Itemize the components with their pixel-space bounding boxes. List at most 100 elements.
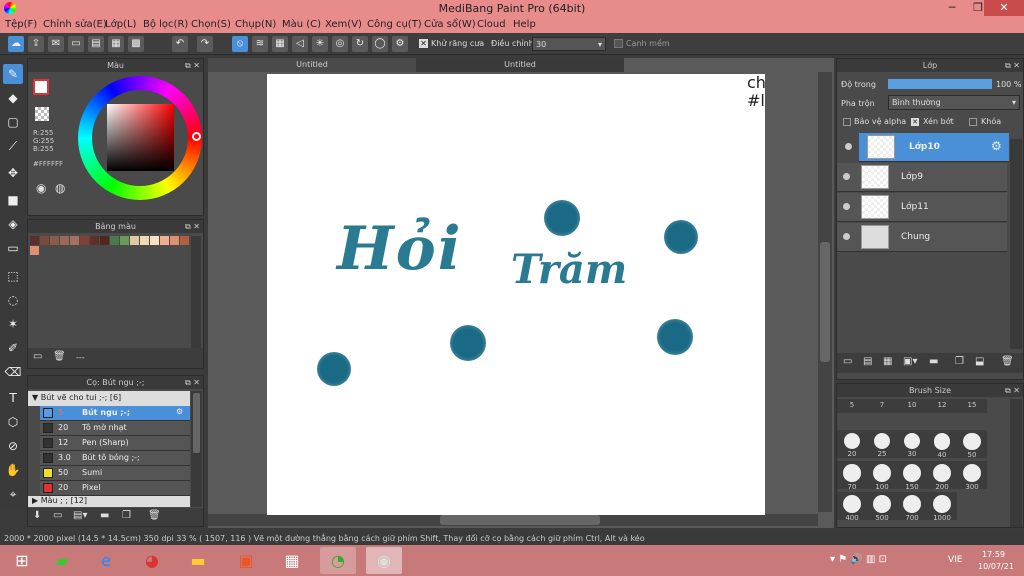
copy-icon[interactable]: ❐ (122, 510, 131, 521)
cross-snap-icon[interactable]: ▦ (272, 36, 288, 52)
clock-time[interactable]: 17:59 (982, 550, 1005, 559)
medibang-taskbar-icon[interactable]: ◉ (366, 547, 402, 574)
copy-layer-icon[interactable]: ❐ (955, 356, 964, 367)
brush-group-header[interactable]: ▼ Bút vẽ cho tui ;-; [6] (28, 391, 190, 406)
circle-snap-icon[interactable]: ◎ (332, 36, 348, 52)
chrome-icon[interactable]: ◕ (134, 547, 170, 574)
lasso-tool-icon[interactable]: ◌ (3, 290, 23, 310)
brush-item[interactable]: 3.0 Bút tô bóng ;-; (40, 451, 190, 466)
magic-wand-icon[interactable]: ✶ (3, 314, 23, 334)
palette-swatch[interactable] (110, 236, 119, 245)
brush-size-cell[interactable]: 400 (837, 492, 867, 522)
menu-window[interactable]: Cửa sổ(W) (424, 19, 476, 30)
foreground-color-swatch[interactable] (33, 79, 49, 95)
divide-tool-icon[interactable]: ⬡ (3, 412, 23, 432)
vertical-scrollbar[interactable] (818, 72, 832, 512)
palette-add-icon[interactable]: ◍ (55, 181, 65, 195)
fill-rect-tool-icon[interactable]: ■ (3, 190, 23, 210)
eraser-tool-icon[interactable]: ◆ (3, 88, 23, 108)
new-layer-icon[interactable]: ▭ (843, 356, 852, 367)
brush-size-cell[interactable]: 50 (957, 430, 987, 459)
menu-filter[interactable]: Bộ lọc(R) (143, 19, 188, 30)
parallel-snap-icon[interactable]: ≋ (252, 36, 268, 52)
palette-swatch[interactable] (40, 236, 49, 245)
select-tool-icon[interactable]: ⬚ (3, 266, 23, 286)
calculator-icon[interactable]: ▦ (274, 547, 310, 574)
palette-swatch[interactable] (30, 246, 39, 255)
comment-icon[interactable]: ▭ (68, 36, 84, 52)
settings-snap-icon[interactable]: ⚙ (392, 36, 408, 52)
brush-size-cell[interactable]: 200 (927, 461, 957, 491)
folder-icon[interactable]: ▬ (100, 510, 109, 521)
drawing-canvas[interactable]: Hỏi Trăm ch #l (267, 74, 766, 515)
visibility-icon[interactable] (843, 173, 850, 180)
brush-menu-icon[interactable]: ▤▾ (73, 510, 87, 521)
select-pen-icon[interactable]: ✐ (3, 338, 23, 358)
close-button[interactable]: ✕ (984, 0, 1024, 16)
menu-select[interactable]: Chọn(S) (191, 19, 231, 30)
brush-size-cell[interactable]: 300 (957, 461, 987, 491)
brush-size-cell[interactable]: 40 (927, 430, 957, 459)
layer-row[interactable]: Chung (837, 223, 1007, 252)
brush-size-cell[interactable]: 12 (927, 399, 957, 413)
panel-controls-icon[interactable]: ⧉ ✕ (1005, 59, 1020, 72)
trash-icon[interactable]: 🗑 (148, 510, 161, 521)
menu-edit[interactable]: Chỉnh sửa(E) (43, 19, 107, 30)
brush-size-cell[interactable]: 20 (837, 430, 867, 458)
palette-swatch[interactable] (140, 236, 149, 245)
menu-color[interactable]: Màu (C) (282, 19, 321, 30)
brush-scrollbar[interactable] (191, 391, 202, 507)
gear-icon[interactable]: ⚙ (991, 139, 1002, 153)
gear-icon[interactable]: ⚙ (176, 407, 183, 416)
blend-select[interactable]: Bình thường ▾ (888, 95, 1020, 110)
layer-row[interactable]: Lớp10 ⚙ (845, 133, 1009, 162)
brush-item[interactable]: 12 Pen (Sharp) (40, 436, 190, 451)
rect-tool-icon[interactable]: ▢ (3, 112, 23, 132)
scrollbar-thumb[interactable] (193, 393, 200, 453)
menu-file[interactable]: Tệp(F) (5, 19, 37, 30)
visibility-icon[interactable] (843, 203, 850, 210)
chat-icon[interactable]: ✉ (48, 36, 64, 52)
panel-controls-icon[interactable]: ⧉ ✕ (1005, 384, 1020, 397)
palette-swatch[interactable] (170, 236, 179, 245)
visibility-icon[interactable] (845, 143, 852, 150)
brush-size-cell[interactable]: 30 (897, 430, 927, 458)
palette-swatch[interactable] (150, 236, 159, 245)
palette-swatch[interactable] (160, 236, 169, 245)
brush-size-cell[interactable]: 5 (837, 399, 867, 413)
panel-controls-icon[interactable]: ⧉ ✕ (185, 376, 200, 389)
text-tool-icon[interactable]: T (3, 388, 23, 408)
brush-item[interactable]: 20 Pixel (40, 481, 190, 496)
palette-swatch[interactable] (70, 236, 79, 245)
palette-swatch[interactable] (30, 236, 39, 245)
menu-help[interactable]: Help (513, 19, 536, 30)
cloud-icon[interactable]: ☁ (8, 36, 24, 52)
brush-size-cell[interactable]: 10 (897, 399, 927, 413)
gradient-tool-icon[interactable]: ▭ (3, 238, 23, 258)
new-8bit-layer-icon[interactable]: ▦ (883, 356, 892, 367)
opacity-slider[interactable] (888, 79, 992, 89)
palette-swatch[interactable] (180, 236, 189, 245)
horizontal-scrollbar[interactable] (208, 514, 818, 526)
brush-item[interactable]: 20 Tô mờ nhạt (40, 421, 190, 436)
bucket-tool-icon[interactable]: ◈ (3, 214, 23, 234)
curve-snap-icon[interactable]: ↻ (352, 36, 368, 52)
brush-size-cell[interactable]: 25 (867, 430, 897, 458)
adjust-select[interactable]: 30 ▾ (532, 37, 606, 51)
zoom-tool-icon[interactable]: ⌖ (3, 484, 23, 504)
brush-tool-icon[interactable]: ✎ (3, 64, 23, 84)
layer-scrollbar[interactable] (1010, 139, 1022, 349)
windows-start-icon[interactable]: ⊞ (4, 547, 40, 574)
brush-item[interactable]: 5 Bút ngu ;-; ⚙ (40, 406, 190, 421)
new-brush-icon[interactable]: ▭ (53, 510, 62, 521)
transparent-swatch[interactable] (35, 107, 49, 121)
office-icon[interactable]: ▣ (228, 547, 264, 574)
panel-controls-icon[interactable]: ⧉ ✕ (185, 220, 200, 233)
layer-row[interactable]: Lớp9 (837, 163, 1007, 192)
trash-icon[interactable]: 🗑 (1001, 356, 1014, 367)
clip-checkbox[interactable]: ✕ (911, 118, 919, 126)
clock-date[interactable]: 10/07/21 (978, 562, 1014, 571)
page-icon[interactable]: ▤ (88, 36, 104, 52)
menu-capture[interactable]: Chụp(N) (235, 19, 276, 30)
brush-size-cell[interactable]: 700 (897, 492, 927, 522)
